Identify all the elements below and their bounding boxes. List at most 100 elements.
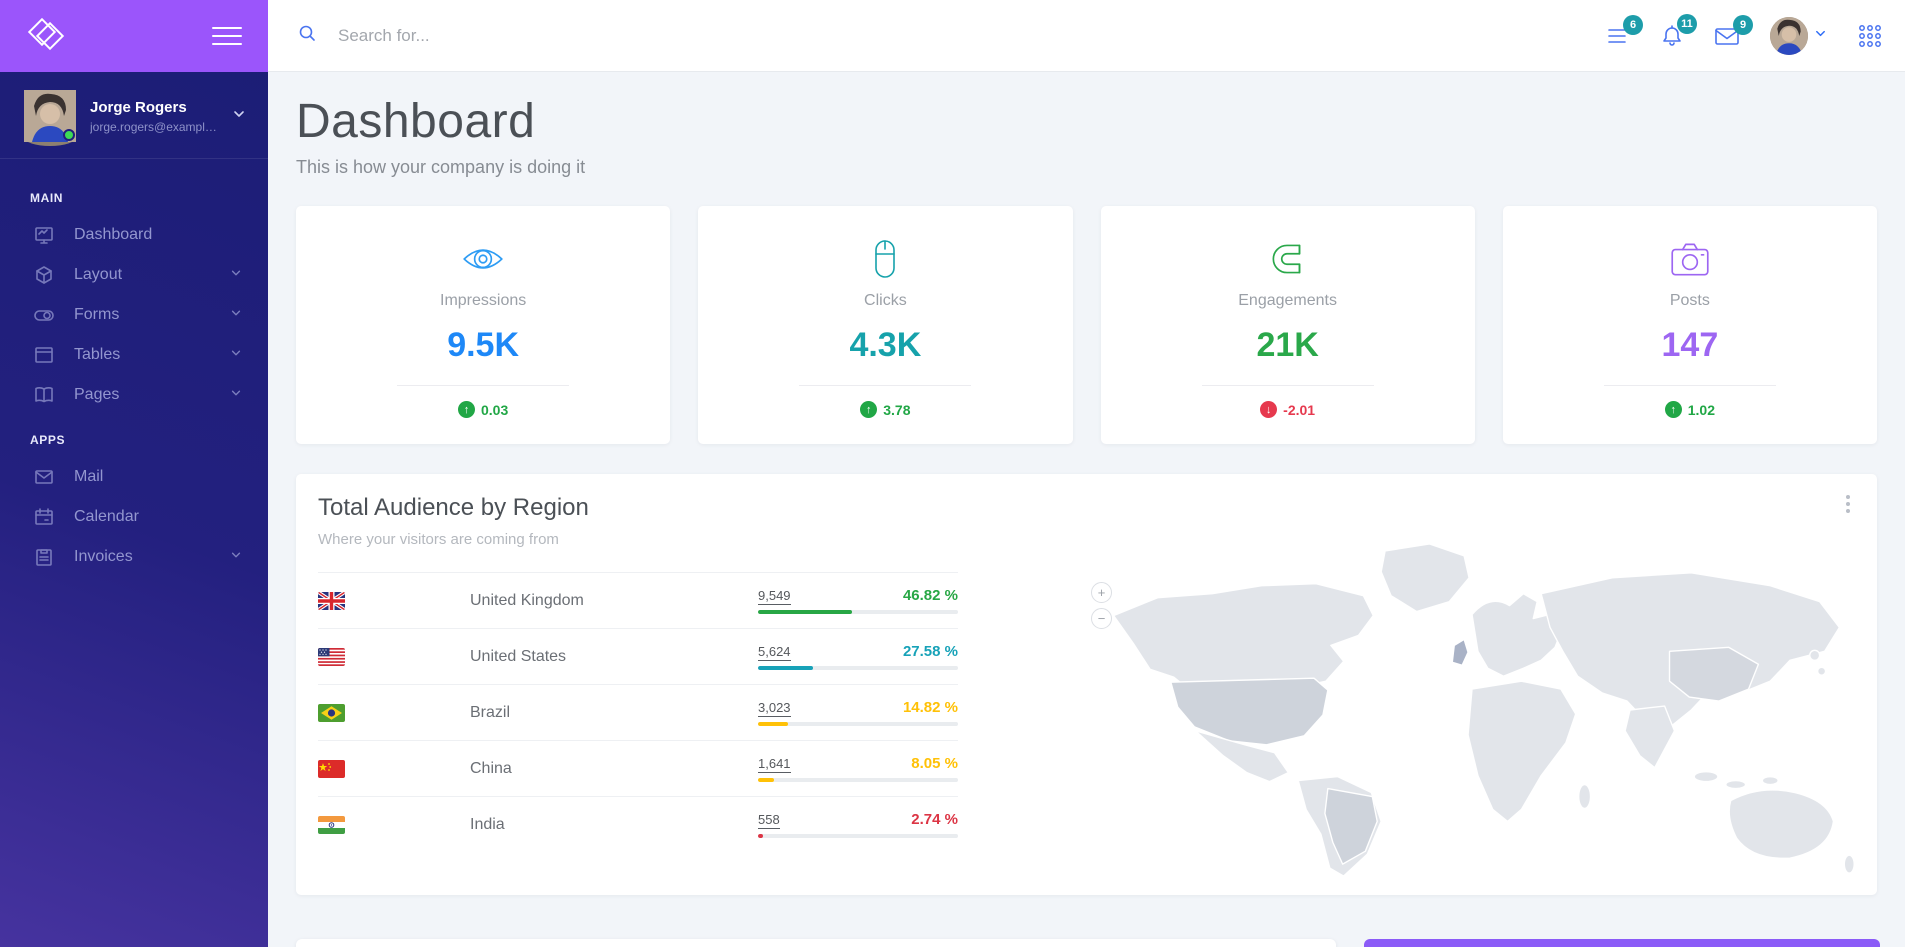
tasks-badge: 6 [1623, 15, 1643, 35]
china-flag-icon [318, 760, 345, 778]
uk-flag-icon [318, 592, 345, 610]
arrow-down-circle-icon: ↓ [1260, 401, 1277, 418]
table-icon [34, 345, 54, 365]
sidebar-item-tables[interactable]: Tables [0, 335, 268, 375]
map-zoom-out-button[interactable]: − [1091, 608, 1112, 629]
stat-label: Impressions [296, 292, 670, 310]
country-name: India [448, 816, 758, 834]
stat-label: Posts [1503, 292, 1877, 310]
stat-value: 9.5K [296, 326, 670, 365]
impressions-card: Impressions 9.5K ↑ 0.03 [296, 206, 670, 444]
eye-icon [296, 236, 670, 282]
map-greenland [1381, 544, 1469, 612]
table-row: India 558 2.74 % [318, 796, 958, 852]
user-profile[interactable]: Jorge Rogers jorge.rogers@example.co... [0, 72, 268, 159]
main-area: 6 11 9 [268, 0, 1905, 947]
topbar-avatar [1770, 17, 1808, 55]
mouse-icon [698, 236, 1072, 282]
india-flag-icon [318, 816, 345, 834]
country-name: China [448, 760, 758, 778]
page-content: Dashboard This is how your company is do… [268, 72, 1905, 947]
audience-table: United Kingdom 9,549 46.82 % [318, 572, 958, 852]
magnet-icon [1101, 236, 1475, 282]
stat-value: 4.3K [698, 326, 1072, 365]
apps-grid-icon[interactable] [1857, 23, 1883, 49]
sidebar-item-dashboard[interactable]: Dashboard [0, 215, 268, 255]
account-menu[interactable] [1770, 17, 1827, 55]
book-icon [34, 385, 54, 405]
page-subtitle: This is how your company is doing it [296, 157, 1877, 178]
map-united-kingdom [1452, 639, 1468, 665]
sidebar-nav: MAIN Dashboard Layout Forms [0, 159, 268, 577]
audience-by-region-card: Total Audience by Region Where your visi… [296, 474, 1877, 895]
stat-delta-value: 1.02 [1688, 402, 1715, 418]
brazil-flag-icon [318, 704, 345, 722]
sidebar: Jorge Rogers jorge.rogers@example.co... … [0, 0, 268, 947]
audience-percent: 8.05 % [911, 755, 958, 772]
engagements-card: Engagements 21K ↓ -2.01 [1101, 206, 1475, 444]
notifications-bell-icon[interactable]: 11 [1660, 24, 1684, 48]
stat-delta-value: 3.78 [883, 402, 910, 418]
stat-delta-value: -2.01 [1283, 402, 1315, 418]
map-united-states [1171, 678, 1328, 745]
camera-icon [1503, 236, 1877, 282]
chevron-down-icon [230, 346, 242, 364]
search-input[interactable] [338, 26, 758, 46]
user-name: Jorge Rogers [90, 99, 226, 116]
invoice-icon [34, 547, 54, 567]
messages-badge: 9 [1733, 15, 1753, 35]
chevron-down-icon [230, 386, 242, 404]
clicks-card: Clicks 4.3K ↑ 3.78 [698, 206, 1072, 444]
chevron-down-icon [230, 306, 242, 324]
progress-bar [758, 666, 958, 670]
progress-bar [758, 610, 958, 614]
map-australia [1729, 790, 1833, 858]
chevron-down-icon [230, 266, 242, 284]
audience-value: 3,023 [758, 700, 791, 717]
search-icon[interactable] [298, 24, 316, 47]
table-row: United States 5,624 27.58 % [318, 628, 958, 684]
sidebar-item-forms[interactable]: Forms [0, 295, 268, 335]
box-icon [34, 265, 54, 285]
nav-section-main: MAIN [30, 191, 268, 205]
tasks-list-icon[interactable]: 6 [1606, 25, 1630, 47]
sidebar-item-layout[interactable]: Layout [0, 255, 268, 295]
monitor-icon [34, 225, 54, 245]
country-name: United Kingdom [448, 592, 758, 610]
user-avatar [24, 90, 76, 142]
table-row: United Kingdom 9,549 46.82 % [318, 572, 958, 628]
arrow-up-circle-icon: ↑ [860, 401, 877, 418]
sidebar-toggle-hamburger-icon[interactable] [212, 21, 242, 51]
app-root: Jorge Rogers jorge.rogers@example.co... … [0, 0, 1905, 947]
bottom-right-card-partial [1364, 939, 1880, 947]
sidebar-item-pages[interactable]: Pages [0, 375, 268, 415]
audience-percent: 46.82 % [903, 587, 958, 604]
arrow-up-circle-icon: ↑ [458, 401, 475, 418]
country-name: Brazil [448, 704, 758, 722]
bottom-left-card-partial [296, 939, 1336, 947]
notifications-badge: 11 [1677, 14, 1697, 34]
sidebar-item-invoices[interactable]: Invoices [0, 537, 268, 577]
country-name: United States [448, 648, 758, 666]
stat-cards-row: Impressions 9.5K ↑ 0.03 Clicks 4.3K [296, 206, 1877, 444]
audience-value: 9,549 [758, 588, 791, 605]
table-row: Brazil 3,023 14.82 % [318, 684, 958, 740]
sidebar-item-calendar[interactable]: Calendar [0, 497, 268, 537]
audience-percent: 27.58 % [903, 643, 958, 660]
toggle-icon [34, 305, 54, 325]
map-zoom-in-button[interactable]: + [1091, 582, 1112, 603]
stat-delta-value: 0.03 [481, 402, 508, 418]
messages-mail-icon[interactable]: 9 [1714, 25, 1740, 47]
topbar: 6 11 9 [268, 0, 1905, 72]
logo-block [0, 0, 268, 72]
chevron-down-icon [230, 548, 242, 566]
table-row: China 1,641 8.05 % [318, 740, 958, 796]
sidebar-item-mail[interactable]: Mail [0, 457, 268, 497]
card-menu-kebab-icon[interactable] [1839, 492, 1857, 516]
stat-label: Engagements [1101, 292, 1475, 310]
calendar-icon [34, 507, 54, 527]
progress-bar [758, 778, 958, 782]
nav-section-apps: APPS [30, 433, 268, 447]
audience-card-title: Total Audience by Region [318, 494, 1855, 522]
brand-logo-icon[interactable] [26, 18, 66, 54]
